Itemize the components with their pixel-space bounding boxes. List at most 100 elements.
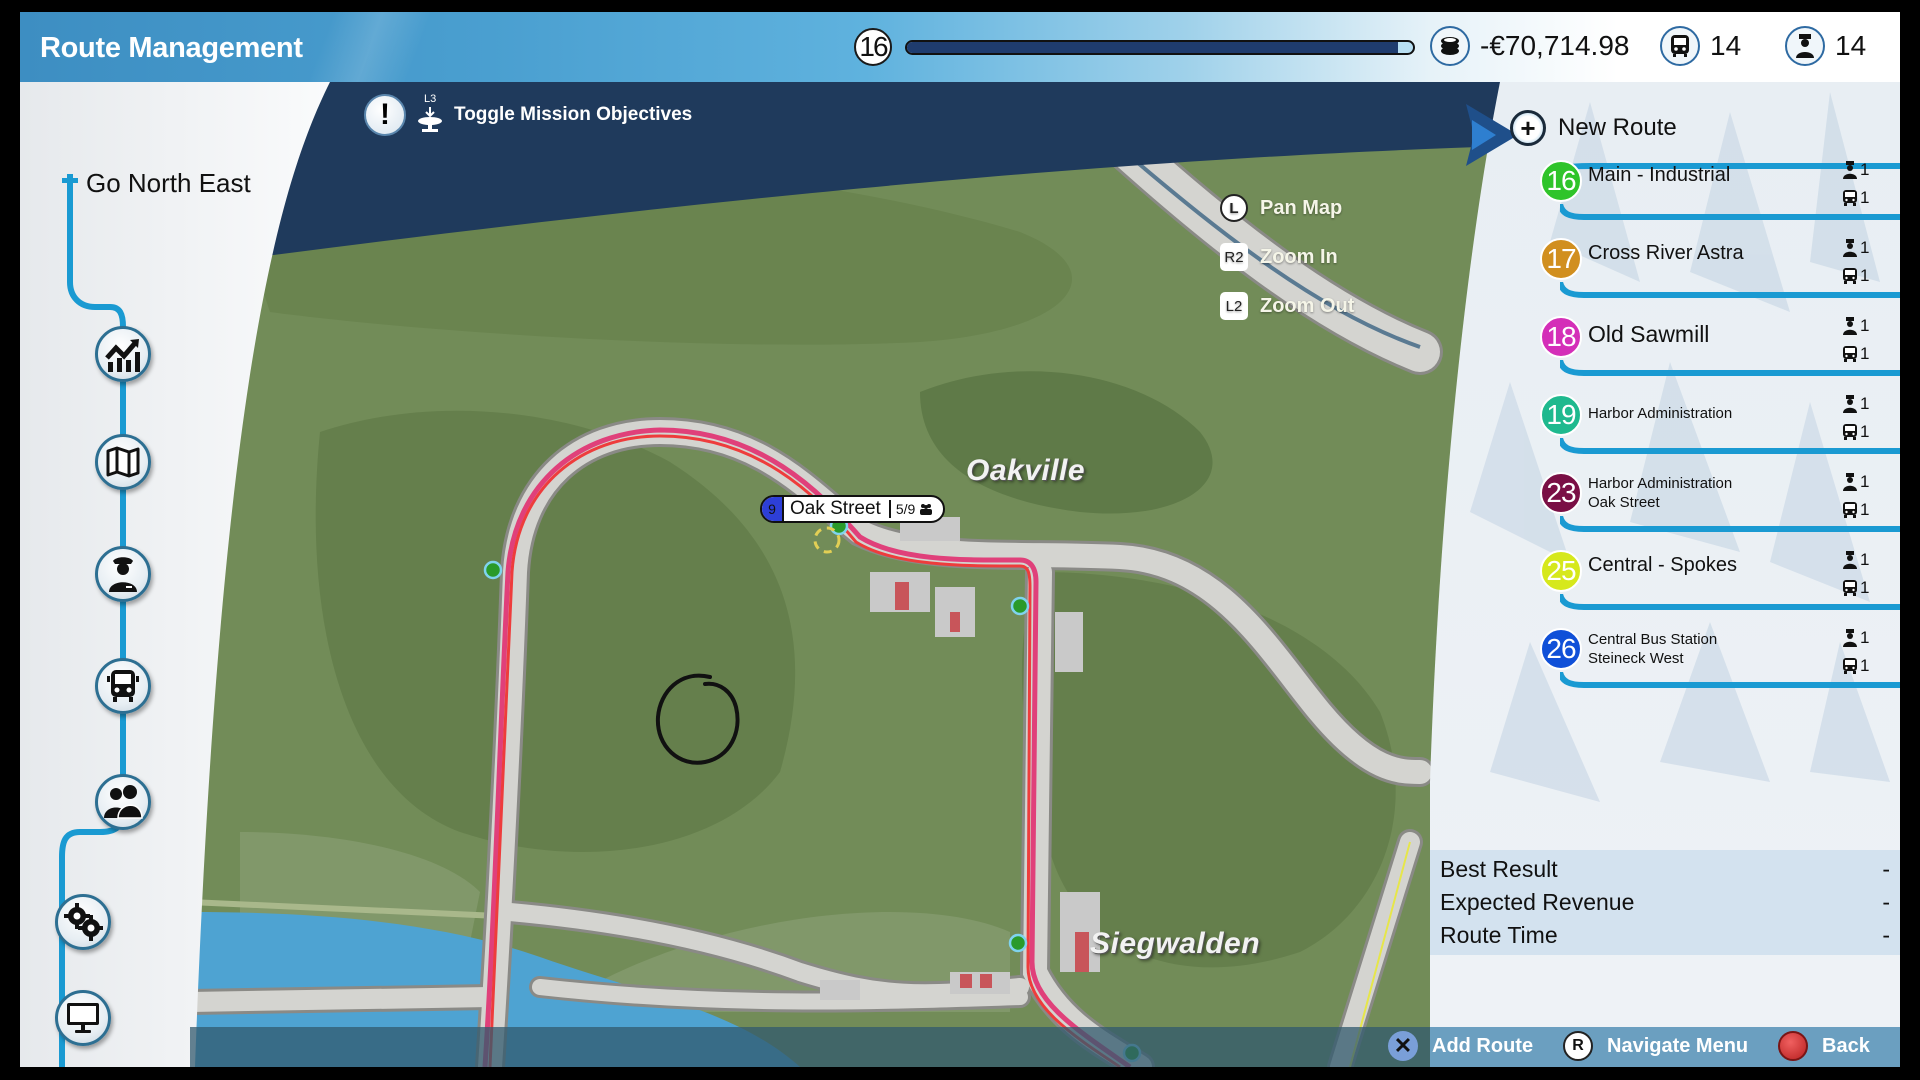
navigate-menu-label: Navigate Menu [1607, 1034, 1749, 1057]
navigate-menu-hint[interactable]: R Navigate Menu [1563, 1031, 1748, 1061]
route-stats: Best Result - Expected Revenue - Route T… [1430, 850, 1900, 955]
add-route-button[interactable]: ✕ Add Route [1388, 1031, 1533, 1061]
route-underline [1560, 594, 1900, 610]
route-drivers-count: 1 [1860, 550, 1870, 569]
statistics-icon [105, 339, 140, 372]
money-stat: -€70,714.98 [1430, 26, 1629, 66]
route-number-badge: 17 [1540, 238, 1582, 280]
bus-icon [107, 670, 139, 702]
route-number-badge: 16 [1540, 160, 1582, 202]
back-button[interactable]: Back [1778, 1031, 1870, 1061]
bus-stop[interactable] [483, 560, 503, 580]
new-route-button[interactable]: + New Route [1510, 110, 1677, 146]
hint-label: Zoom Out [1260, 294, 1355, 317]
hint-label: Zoom In [1260, 245, 1338, 268]
route-drivers-count: 1 [1860, 238, 1870, 257]
route-item[interactable]: 25 Central - Spokes 1 1 [1540, 542, 1900, 612]
route-drivers: 1 [1842, 156, 1878, 184]
monitor-icon [67, 1003, 99, 1033]
stat-value: - [1882, 889, 1890, 915]
stat-expected-revenue: Expected Revenue - [1440, 889, 1890, 916]
stop-capacity: 5/9 [891, 501, 943, 517]
route-name: Harbor Administration [1588, 404, 1732, 423]
stop-tooltip[interactable]: 9 Oak Street 5/9 [760, 495, 946, 523]
route-drivers-count: 1 [1860, 628, 1870, 647]
route-number-badge: 18 [1540, 316, 1582, 358]
route-underline [1560, 672, 1900, 688]
route-drivers-count: 1 [1860, 160, 1870, 179]
new-route-label: New Route [1558, 114, 1677, 141]
hint-label: Pan Map [1260, 196, 1343, 219]
driver-icon [1843, 239, 1857, 257]
route-item[interactable]: 16 Main - Industrial 1 1 [1540, 152, 1900, 222]
route-name: Central - Spokes [1588, 554, 1737, 576]
route-number-badge: 25 [1540, 550, 1582, 592]
bus-stop[interactable] [1010, 596, 1030, 616]
level-progress-bar [905, 40, 1415, 55]
l3-stick-icon: L3 [416, 93, 444, 135]
toggle-mission-label: Toggle Mission Objectives [454, 104, 693, 125]
route-underline [1560, 360, 1900, 376]
route-name: Main - Industrial [1588, 164, 1730, 186]
coins-icon [1430, 26, 1470, 66]
cross-button-icon: ✕ [1388, 1031, 1418, 1061]
route-drivers: 1 [1842, 468, 1878, 496]
stop-name: Oak Street [790, 498, 881, 519]
hint-pan-map: L Pan Map [1220, 194, 1342, 222]
driver-icon [1785, 26, 1825, 66]
driver-icon [1843, 317, 1857, 335]
display-button[interactable] [55, 990, 111, 1046]
buses-button[interactable] [95, 658, 151, 714]
route-drivers: 1 [1842, 312, 1878, 340]
passengers-icon [920, 504, 933, 515]
settings-icon [64, 903, 103, 941]
r2-button-icon: R2 [1220, 243, 1248, 271]
route-drivers: 1 [1842, 234, 1878, 262]
route-name: Cross River Astra [1588, 242, 1744, 264]
place-label-siegwalden: Siegwalden [1090, 927, 1261, 960]
routes-panel: + New Route 16 Main - Industrial 1 1 17 Cross… [1410, 82, 1900, 1042]
route-underline [1560, 516, 1900, 532]
statistics-button[interactable] [95, 326, 151, 382]
hint-zoom-in: R2 Zoom In [1220, 243, 1338, 271]
stat-label: Expected Revenue [1440, 889, 1635, 915]
map-icon [106, 446, 140, 478]
bottom-bar: ✕ Add Route R Navigate Menu Back [190, 1027, 1900, 1067]
drivers-count: 14 [1835, 30, 1867, 61]
drivers-button[interactable] [95, 546, 151, 602]
route-underline [1560, 282, 1900, 298]
route-item[interactable]: 26 Central Bus Station Steineck West 1 1 [1540, 620, 1900, 690]
stat-route-time: Route Time - [1440, 922, 1890, 949]
stat-label: Route Time [1440, 922, 1558, 948]
settings-button[interactable] [55, 894, 111, 950]
route-name-line: Steineck West [1588, 650, 1684, 667]
route-drivers-count: 1 [1860, 394, 1870, 413]
bus-stop[interactable] [1008, 933, 1028, 953]
map-button[interactable] [95, 434, 151, 490]
buses-count: 14 [1710, 30, 1742, 61]
route-name-line: Old Sawmill [1588, 321, 1710, 347]
passengers-button[interactable] [95, 774, 151, 830]
route-item[interactable]: 19 Harbor Administration 1 1 [1540, 386, 1900, 456]
passengers-icon [104, 785, 143, 819]
route-number-badge: 23 [1540, 472, 1582, 514]
driver-icon [1843, 395, 1857, 413]
route-underline [1560, 438, 1900, 454]
route-drivers-count: 1 [1860, 472, 1870, 491]
route-name: Central Bus Station Steineck West [1588, 630, 1717, 668]
route-name-line: Central Bus Station [1588, 631, 1718, 648]
circle-button-icon [1778, 1031, 1808, 1061]
stick-hint-label: L3 [424, 93, 437, 105]
route-name-line: Cross River Astra [1588, 242, 1744, 264]
back-label: Back [1822, 1034, 1870, 1057]
route-item[interactable]: 23 Harbor Administration Oak Street 1 1 [1540, 464, 1900, 534]
toggle-mission-objectives-button[interactable]: ! L3 Toggle Mission Objectives [364, 93, 693, 136]
page-title: Route Management [40, 32, 303, 64]
stat-best-result: Best Result - [1440, 856, 1890, 883]
stat-value: - [1882, 922, 1890, 948]
route-item[interactable]: 17 Cross River Astra 1 1 [1540, 230, 1900, 300]
route-item[interactable]: 18 Old Sawmill 1 1 [1540, 308, 1900, 378]
hint-zoom-out: L2 Zoom Out [1220, 292, 1354, 320]
route-number-badge: 26 [1540, 628, 1582, 670]
route-number-badge: 19 [1540, 394, 1582, 436]
